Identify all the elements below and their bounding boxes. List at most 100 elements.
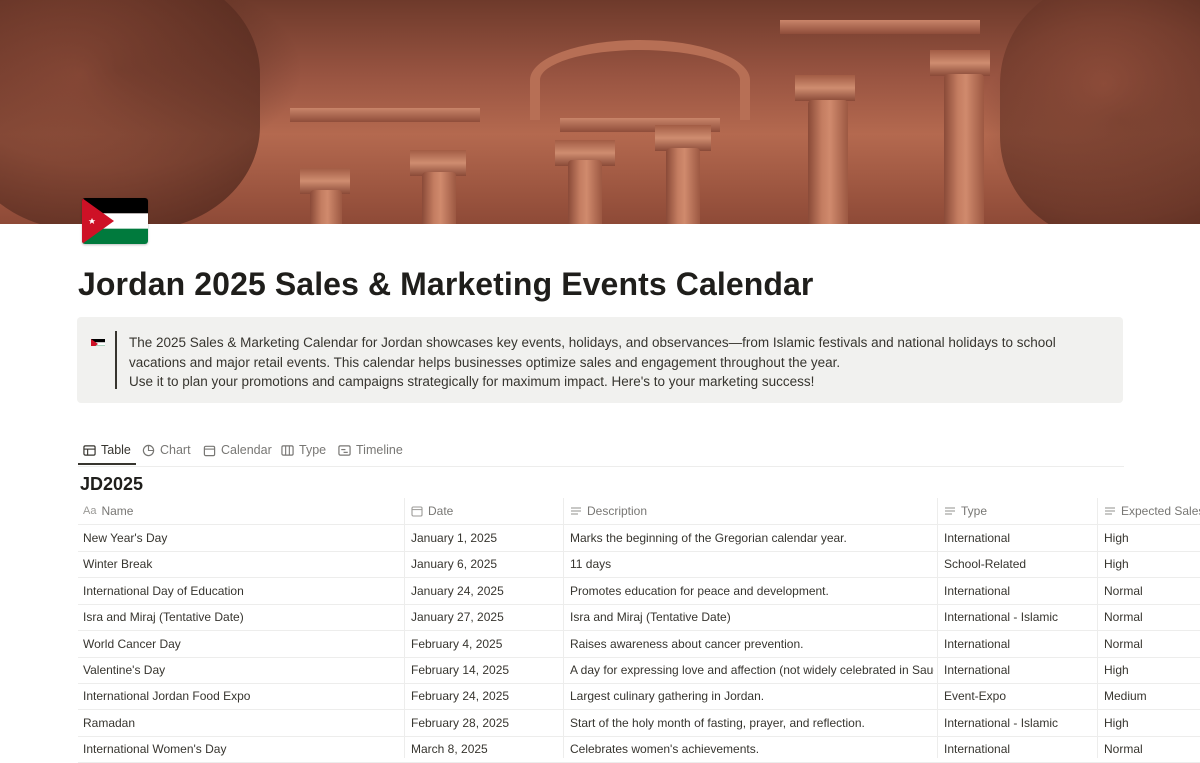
cell-type[interactable]: International - Islamic (944, 604, 1094, 630)
table-row[interactable]: Winter Break January 6, 2025 11 days School… (78, 551, 1200, 578)
cell-type[interactable]: International (944, 657, 1094, 683)
cell-expected-sales[interactable]: Normal (1104, 736, 1200, 762)
calendar-icon (203, 444, 216, 457)
cell-description[interactable]: Start of the holy month of fasting, pray… (570, 710, 934, 736)
cell-expected-sales[interactable]: Normal (1104, 604, 1200, 630)
table-icon (83, 444, 96, 457)
treasury-cornice (290, 108, 480, 122)
tab-label: Type (299, 443, 326, 457)
table-row[interactable]: New Year's Day January 1, 2025 Marks the b… (78, 525, 1200, 552)
column-header-description[interactable]: Description (570, 498, 647, 524)
tab-label: Chart (160, 443, 191, 457)
page-cover-image[interactable] (0, 0, 1200, 224)
cell-name[interactable]: International Women's Day (83, 736, 399, 762)
tab-type[interactable]: Type (281, 436, 326, 464)
cell-type[interactable]: School-Related (944, 551, 1094, 577)
cell-date[interactable]: February 4, 2025 (411, 631, 559, 657)
column-header-expected-sales[interactable]: Expected Sales (1104, 498, 1200, 524)
tab-chart[interactable]: Chart (142, 436, 191, 464)
treasury-cornice (780, 20, 980, 34)
cell-expected-sales[interactable]: High (1104, 525, 1200, 551)
cell-date[interactable]: January 24, 2025 (411, 578, 559, 604)
cell-date[interactable]: January 6, 2025 (411, 551, 559, 577)
table-row[interactable]: International Jordan Food Expo February 2… (78, 683, 1200, 710)
cell-description[interactable]: Raises awareness about cancer prevention… (570, 631, 934, 657)
column-header-name[interactable]: Aa Name (83, 498, 133, 524)
table-row[interactable]: Valentine's Day February 14, 2025 A day fo… (78, 657, 1200, 684)
column-header-date[interactable]: Date (411, 498, 453, 524)
cell-description[interactable]: A day for expressing love and affection … (570, 657, 934, 683)
cell-type[interactable]: International (944, 578, 1094, 604)
table-row[interactable]: International Women's Day March 8, 2025 Ce… (78, 736, 1200, 763)
cell-name[interactable]: World Cancer Day (83, 631, 399, 657)
cell-type[interactable]: International (944, 631, 1094, 657)
cell-name[interactable]: Valentine's Day (83, 657, 399, 683)
column (422, 172, 456, 224)
cell-date[interactable]: February 28, 2025 (411, 710, 559, 736)
cell-description[interactable]: Isra and Miraj (Tentative Date) (570, 604, 934, 630)
cell-name[interactable]: International Jordan Food Expo (83, 683, 399, 709)
database-title[interactable]: JD2025 (80, 474, 143, 495)
text-property-icon (944, 505, 956, 517)
column-capital (930, 50, 990, 76)
cell-description[interactable]: Marks the beginning of the Gregorian cal… (570, 525, 934, 551)
date-property-icon (411, 505, 423, 517)
table-header: Aa Name Date Description Type Expected S… (78, 498, 1200, 525)
cell-description[interactable]: Largest culinary gathering in Jordan. (570, 683, 934, 709)
cell-expected-sales[interactable]: Normal (1104, 578, 1200, 604)
cell-type[interactable]: Event-Expo (944, 683, 1094, 709)
column (808, 100, 848, 224)
cell-date[interactable]: January 27, 2025 (411, 604, 559, 630)
cell-date[interactable]: February 14, 2025 (411, 657, 559, 683)
cell-expected-sales[interactable]: High (1104, 657, 1200, 683)
text-property-icon (1104, 505, 1116, 517)
active-tab-indicator (78, 463, 136, 465)
callout-line: Use it to plan your promotions and campa… (129, 372, 1109, 392)
cell-name[interactable]: New Year's Day (83, 525, 399, 551)
table-row[interactable]: International Day of Education January 24… (78, 578, 1200, 605)
cell-name[interactable]: Winter Break (83, 551, 399, 577)
callout-text[interactable]: The 2025 Sales & Marketing Calendar for … (129, 333, 1109, 392)
cell-description[interactable]: Celebrates women's achievements. (570, 736, 934, 762)
table-row[interactable]: World Cancer Day February 4, 2025 Raises a… (78, 631, 1200, 658)
board-icon (281, 444, 294, 457)
tab-label: Calendar (221, 443, 272, 457)
cell-description[interactable]: Promotes education for peace and develop… (570, 578, 934, 604)
cliff-rock (1000, 0, 1200, 224)
cell-expected-sales[interactable]: High (1104, 551, 1200, 577)
treasury-arch (530, 40, 750, 120)
tab-timeline[interactable]: Timeline (338, 436, 403, 464)
cell-expected-sales[interactable]: Normal (1104, 631, 1200, 657)
tab-calendar[interactable]: Calendar (203, 436, 272, 464)
column-header-label: Description (587, 504, 647, 518)
column-header-label: Date (428, 504, 453, 518)
view-tabs: Table Chart Calendar Type Timeline (78, 436, 1124, 467)
cell-type[interactable]: International (944, 525, 1094, 551)
cell-date[interactable]: January 1, 2025 (411, 525, 559, 551)
cell-expected-sales[interactable]: High (1104, 710, 1200, 736)
cell-description[interactable]: 11 days (570, 551, 934, 577)
timeline-icon (338, 444, 351, 457)
column-header-label: Expected Sales (1121, 504, 1200, 518)
jordan-flag-icon[interactable] (82, 198, 148, 244)
table-row[interactable]: Isra and Miraj (Tentative Date) January 2… (78, 604, 1200, 631)
tab-table[interactable]: Table (83, 436, 131, 464)
cell-name[interactable]: Isra and Miraj (Tentative Date) (83, 604, 399, 630)
column-capital (795, 75, 855, 101)
quote-bar (115, 331, 117, 389)
column-header-type[interactable]: Type (944, 498, 987, 524)
cell-name[interactable]: Ramadan (83, 710, 399, 736)
column (944, 74, 984, 224)
callout-block[interactable]: The 2025 Sales & Marketing Calendar for … (77, 317, 1123, 403)
table-row[interactable]: Ramadan February 28, 2025 Start of the hol… (78, 710, 1200, 737)
column (568, 160, 602, 224)
cell-date[interactable]: February 24, 2025 (411, 683, 559, 709)
cell-expected-sales[interactable]: Medium (1104, 683, 1200, 709)
cell-type[interactable]: International - Islamic (944, 710, 1094, 736)
jordan-flag-icon (91, 336, 105, 346)
cell-name[interactable]: International Day of Education (83, 578, 399, 604)
page-title[interactable]: Jordan 2025 Sales & Marketing Events Cal… (78, 263, 813, 305)
cell-date[interactable]: March 8, 2025 (411, 736, 559, 762)
callout-line: The 2025 Sales & Marketing Calendar for … (129, 333, 1109, 353)
cell-type[interactable]: International (944, 736, 1094, 762)
